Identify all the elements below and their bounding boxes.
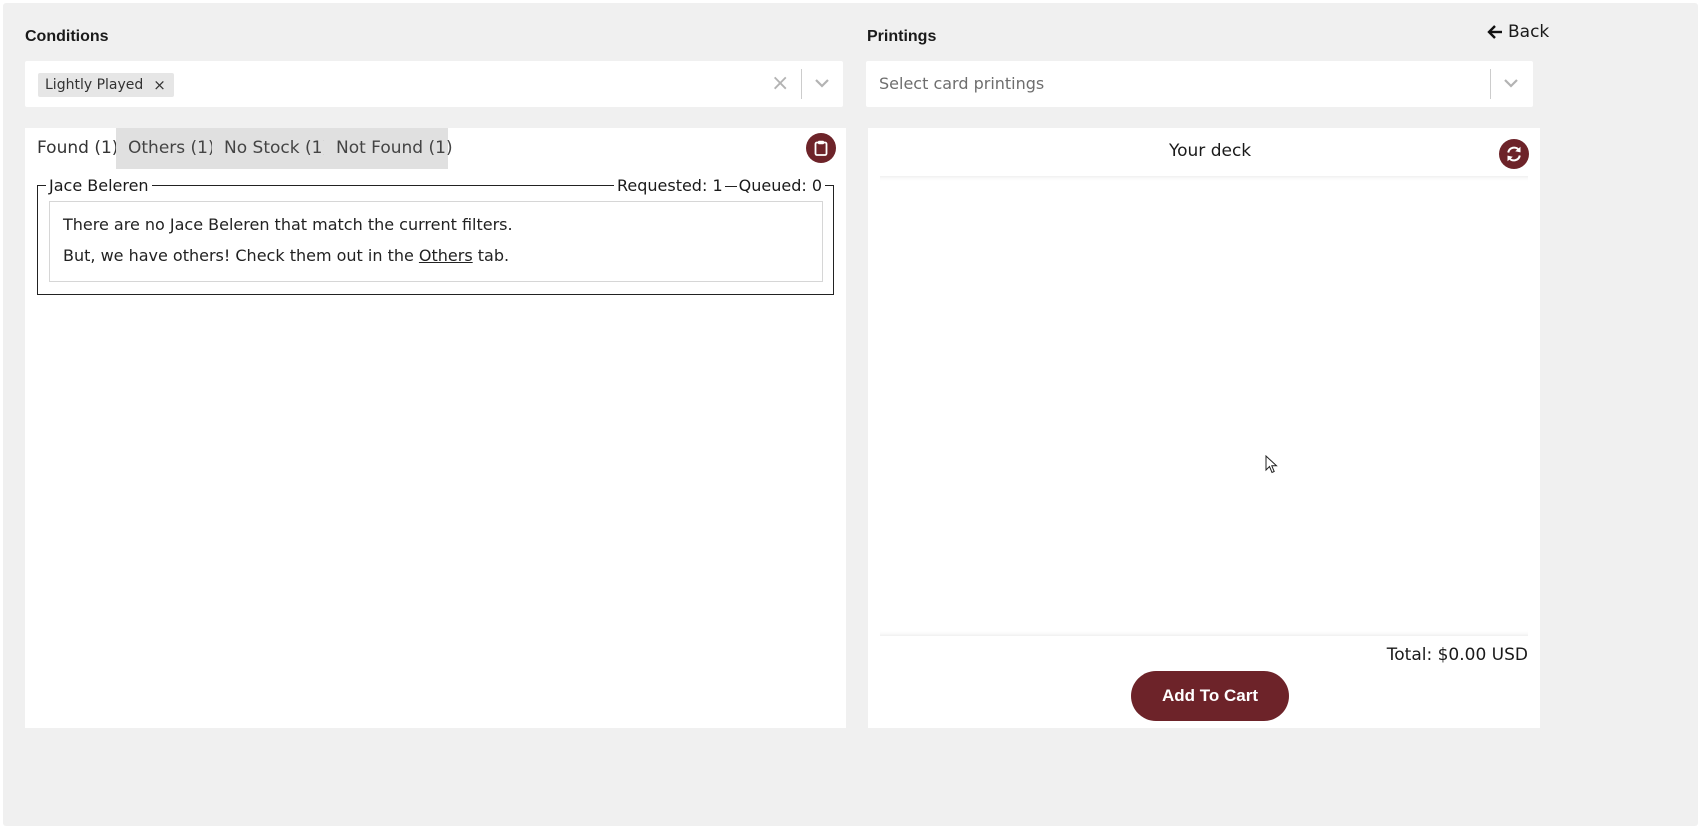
- chevron-down-icon[interactable]: [1502, 72, 1520, 94]
- add-to-cart-button[interactable]: Add To Cart: [1131, 671, 1289, 721]
- select-separator: [1490, 69, 1491, 99]
- arrow-left-icon: [1487, 25, 1502, 39]
- page-frame: Conditions Lightly Played × × Printings …: [3, 3, 1698, 826]
- printings-placeholder: Select card printings: [879, 74, 1045, 93]
- condition-chip: Lightly Played ×: [38, 73, 174, 97]
- results-panel: Found (1) Others (1) No Stock (1) Not Fo…: [25, 128, 846, 728]
- queued-count: Queued: 0: [738, 176, 822, 195]
- message-line-2: But, we have others! Check them out in t…: [63, 246, 509, 265]
- condition-chip-label: Lightly Played: [45, 77, 144, 93]
- conditions-label: Conditions: [25, 28, 109, 45]
- card-counts: Requested: 1 Queued: 0: [613, 176, 825, 196]
- clear-conditions-button[interactable]: ×: [771, 71, 789, 96]
- deck-title: Your deck: [1169, 141, 1252, 161]
- back-label: Back: [1508, 22, 1550, 42]
- deck-total: Total: $0.00 USD: [1386, 645, 1528, 665]
- message-prefix: But, we have others! Check them out in t…: [63, 246, 419, 265]
- clipboard-icon: [814, 140, 828, 156]
- tab-found[interactable]: Found (1): [25, 128, 118, 169]
- message-suffix: tab.: [472, 246, 510, 265]
- counts-divider: [724, 186, 737, 187]
- refresh-icon: [1507, 146, 1521, 162]
- printings-select[interactable]: Select card printings: [866, 61, 1533, 107]
- conditions-select[interactable]: Lightly Played × ×: [25, 61, 843, 107]
- refresh-deck-button[interactable]: [1499, 139, 1529, 169]
- deck-list[interactable]: [880, 176, 1528, 636]
- chevron-down-icon[interactable]: [813, 72, 831, 94]
- tab-not-found[interactable]: Not Found (1): [324, 128, 453, 169]
- others-tab-link[interactable]: Others: [419, 246, 473, 265]
- tab-no-stock[interactable]: No Stock (1): [212, 128, 329, 169]
- message-line-1: There are no Jace Beleren that match the…: [63, 215, 513, 234]
- printings-label: Printings: [867, 28, 937, 45]
- copy-clipboard-button[interactable]: [806, 133, 836, 163]
- mouse-cursor-icon: [1265, 455, 1278, 474]
- chip-remove-button[interactable]: ×: [153, 76, 166, 94]
- card-name: Jace Beleren: [46, 176, 152, 196]
- tab-others[interactable]: Others (1): [116, 128, 215, 169]
- card-fieldset: Jace Beleren Requested: 1 Queued: 0 There…: [37, 176, 834, 295]
- requested-count: Requested: 1: [616, 176, 723, 195]
- select-separator: [801, 69, 802, 99]
- no-match-message: There are no Jace Beleren that match the…: [49, 201, 823, 282]
- deck-panel: Your deck Total: $0.00 USD Add To Cart: [868, 128, 1540, 728]
- back-link[interactable]: Back: [1487, 22, 1549, 42]
